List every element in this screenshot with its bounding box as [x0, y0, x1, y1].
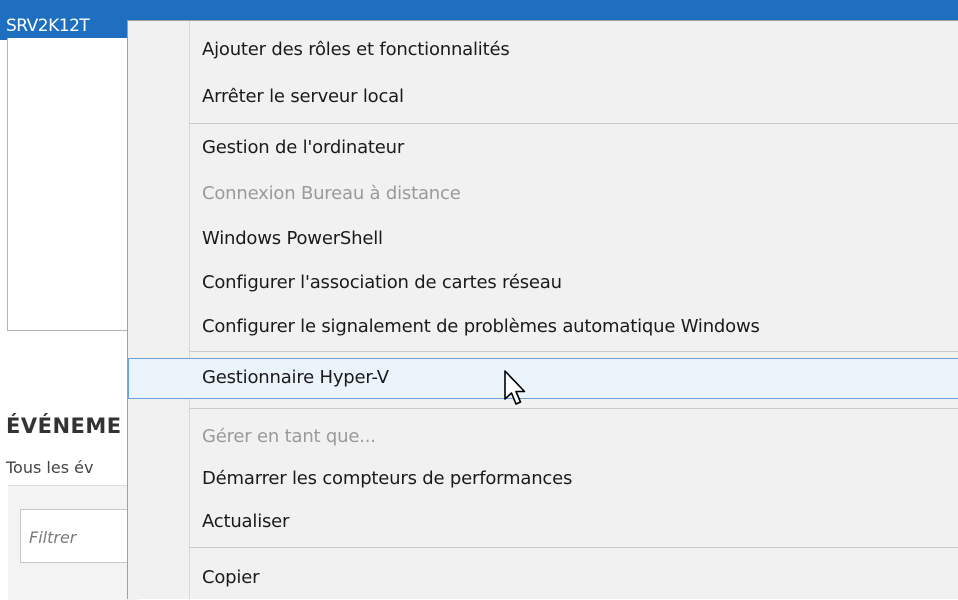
menu-item-label: Configurer le signalement de problèmes a…: [202, 316, 760, 337]
menu-item-label: Actualiser: [202, 511, 290, 532]
menu-item-shutdown-local-server[interactable]: Arrêter le serveur local: [128, 77, 958, 116]
menu-item-copy[interactable]: Copier: [128, 558, 958, 597]
menu-separator: [190, 351, 958, 352]
menu-item-add-roles[interactable]: Ajouter des rôles et fonctionnalités: [128, 30, 958, 69]
menu-item-label: Connexion Bureau à distance: [202, 183, 461, 204]
menu-separator: [190, 408, 958, 409]
menu-item-nic-teaming[interactable]: Configurer l'association de cartes résea…: [128, 263, 958, 302]
menu-item-label: Gérer en tant que...: [202, 426, 376, 447]
server-list-panel: [7, 38, 132, 331]
menu-item-label: Windows PowerShell: [202, 228, 383, 249]
menu-item-refresh[interactable]: Actualiser: [128, 502, 958, 541]
events-section-subtitle: Tous les év: [6, 458, 94, 477]
menu-item-label: Configurer l'association de cartes résea…: [202, 272, 562, 293]
menu-item-label: Gestionnaire Hyper-V: [202, 367, 389, 388]
menu-item-start-performance-counters[interactable]: Démarrer les compteurs de performances: [128, 459, 958, 498]
menu-item-manage-as: Gérer en tant que...: [128, 417, 958, 456]
filter-input[interactable]: Filtrer: [20, 509, 132, 563]
server-name: SRV2K12T: [6, 16, 90, 36]
context-menu: Ajouter des rôles et fonctionnalités Arr…: [127, 20, 958, 599]
menu-item-label: Démarrer les compteurs de performances: [202, 468, 573, 489]
menu-item-remote-desktop: Connexion Bureau à distance: [128, 174, 958, 213]
menu-item-label: Ajouter des rôles et fonctionnalités: [202, 39, 510, 60]
events-section-title: ÉVÉNEME: [6, 414, 122, 438]
menu-item-label: Gestion de l'ordinateur: [202, 137, 405, 158]
menu-separator: [190, 123, 958, 124]
menu-item-powershell[interactable]: Windows PowerShell: [128, 219, 958, 258]
menu-item-label: Copier: [202, 567, 260, 588]
menu-item-hyper-v-manager[interactable]: Gestionnaire Hyper-V: [128, 358, 958, 399]
menu-item-label: Arrêter le serveur local: [202, 86, 404, 107]
filter-placeholder: Filtrer: [29, 528, 77, 547]
menu-item-computer-management[interactable]: Gestion de l'ordinateur: [128, 128, 958, 167]
menu-separator: [190, 547, 958, 548]
mouse-pointer-icon: [504, 370, 526, 405]
menu-item-error-reporting[interactable]: Configurer le signalement de problèmes a…: [128, 307, 958, 346]
